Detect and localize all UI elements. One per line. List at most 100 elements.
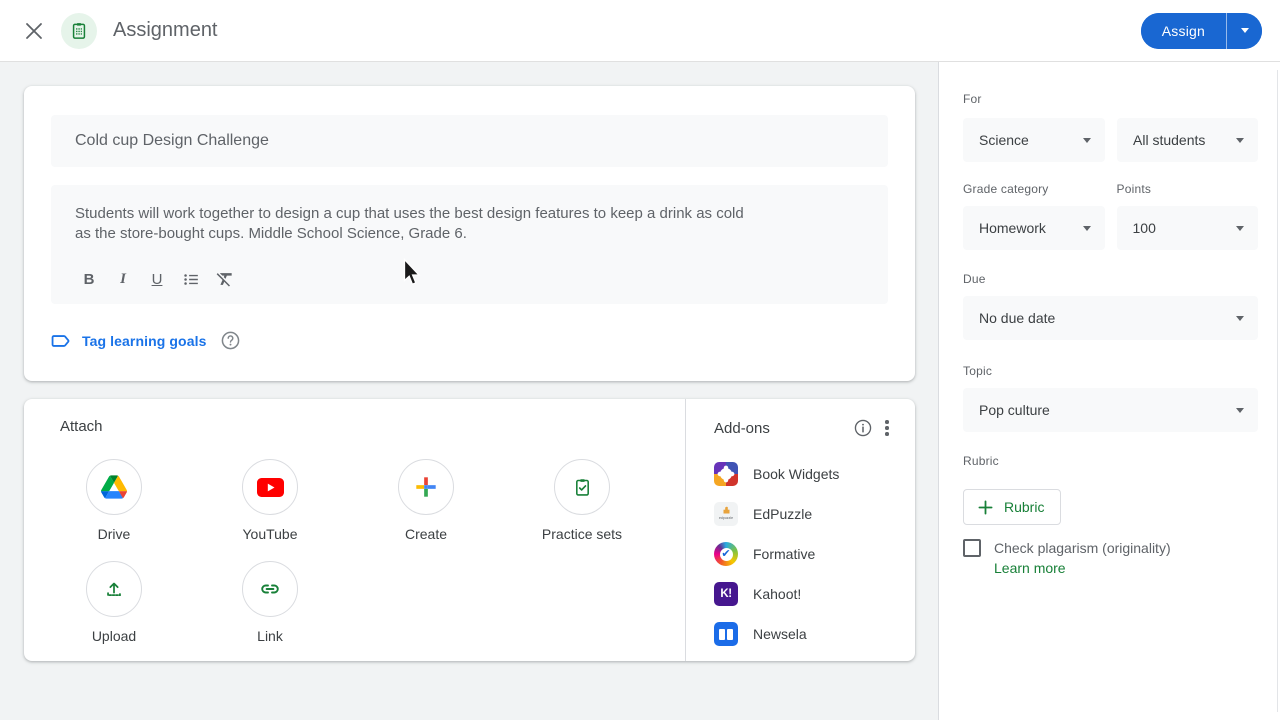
points-group: Points 100 [1116,182,1258,250]
attach-practice-sets-label: Practice sets [541,526,623,542]
description-input[interactable]: Students will work together to design a … [51,185,888,304]
newsela-book-icon [719,628,733,640]
clear-formatting-button[interactable] [211,266,239,292]
attach-create-label: Create [404,526,448,542]
add-rubric-button[interactable]: Rubric [963,489,1062,525]
assignment-details-card: Cold cup Design Challenge Students will … [24,86,915,381]
attach-upload-button[interactable]: Upload [60,561,168,644]
clear-formatting-icon [216,273,232,287]
assign-button[interactable]: Assign [1140,12,1226,49]
addons-section: Add-ons Book Widgets edpuzzle EdPuzzle ✔… [685,399,915,661]
book-widgets-icon [714,462,738,486]
learn-more-link[interactable]: Learn more [994,558,1066,578]
attach-link-circle [242,561,298,617]
due-date-value: No due date [979,310,1056,326]
help-button[interactable] [221,331,240,350]
chevron-down-icon [1082,225,1091,231]
attach-youtube-circle [242,459,298,515]
topic-value: Pop culture [979,402,1050,418]
google-drive-icon [101,475,127,499]
kahoot-icon-text: K! [720,588,732,600]
points-select[interactable]: 100 [1116,206,1258,250]
grade-points-row: Grade category Homework Points 100 [963,182,1258,250]
addon-kahoot-label: Kahoot! [753,586,802,602]
plagiarism-checkbox[interactable] [963,539,981,557]
students-select[interactable]: All students [1117,118,1258,162]
attach-create-circle [398,459,454,515]
attach-drive-circle [86,459,142,515]
close-icon [26,22,42,39]
attach-practice-sets-circle [554,459,610,515]
attach-drive-button[interactable]: Drive [60,459,168,542]
chevron-down-icon [1236,137,1244,143]
tag-learning-goals-link[interactable]: Tag learning goals [51,332,206,350]
italic-button[interactable]: I [109,266,137,292]
title-input[interactable]: Cold cup Design Challenge [51,115,888,167]
kahoot-icon: K! [714,582,738,606]
help-icon [222,331,240,350]
addon-edpuzzle[interactable]: edpuzzle EdPuzzle [714,494,899,534]
upload-icon [107,582,121,597]
addons-more-button[interactable] [875,416,899,440]
class-select[interactable]: Science [963,118,1105,162]
tag-icon [51,334,70,347]
edpuzzle-icon: edpuzzle [714,502,738,526]
chevron-down-icon [1240,28,1249,33]
addon-newsela[interactable]: Newsela [714,614,899,654]
grade-category-select[interactable]: Homework [963,206,1105,250]
attach-practice-sets-button[interactable]: Practice sets [528,459,636,542]
rubric-label: Rubric [963,454,999,468]
youtube-icon [256,477,284,497]
addon-formative-label: Formative [753,546,816,562]
attach-drive-label: Drive [97,526,131,542]
sidebar-scrollbar[interactable] [1277,70,1278,712]
addon-formative[interactable]: ✔ Formative [714,534,899,574]
attach-link-button[interactable]: Link [216,561,324,644]
due-date-select[interactable]: No due date [963,296,1258,340]
chevron-down-icon [1236,407,1244,413]
attach-youtube-button[interactable]: YouTube [216,459,324,542]
plus-icon [978,500,993,514]
topic-select[interactable]: Pop culture [963,388,1258,432]
tag-learning-goals-label: Tag learning goals [82,332,207,349]
for-label: For [963,92,982,106]
chevron-down-icon [1236,225,1244,231]
attach-create-button[interactable]: Create [372,459,480,542]
newsela-icon [714,622,738,646]
description-value: Students will work together to design a … [75,205,744,242]
bold-button[interactable]: B [75,266,103,292]
bulleted-list-icon [183,273,198,285]
class-select-value: Science [979,132,1029,148]
page-title: Assignment [113,19,218,41]
attach-upload-circle [86,561,142,617]
assignment-clipboard-icon [72,22,86,39]
settings-sidebar: For Science All students Grade category … [938,62,1280,720]
points-value: 100 [1132,220,1156,236]
addon-book-widgets-label: Book Widgets [753,466,840,482]
addons-list: Book Widgets edpuzzle EdPuzzle ✔ Formati… [714,454,899,654]
students-select-value: All students [1133,132,1206,148]
close-button[interactable] [24,21,44,41]
underline-button[interactable]: U [143,266,171,292]
addon-book-widgets[interactable]: Book Widgets [714,454,899,494]
info-icon [854,419,872,437]
assignment-creation-window: Assignment Assign Cold cup Design Challe… [0,0,1280,720]
attach-heading: Attach [60,418,103,435]
chevron-down-icon [1236,315,1244,321]
topic-label: Topic [963,364,993,378]
create-plus-icon [416,477,436,497]
formative-check-icon: ✔ [721,547,731,560]
attach-addons-card: Attach Drive YouTube Create Practice set… [24,399,915,661]
top-bar-left: Assignment [24,12,218,49]
plagiarism-label: Check plagarism (originality) [994,540,1171,556]
practice-sets-icon [575,478,589,496]
addons-info-button[interactable] [851,416,875,440]
assign-dropdown-button[interactable] [1226,12,1262,49]
due-label: Due [963,272,986,286]
plagiarism-group: Check plagarism (originality) Learn more [963,538,1258,578]
addons-header: Add-ons [714,416,899,440]
bulleted-list-button[interactable] [177,266,205,292]
addon-kahoot[interactable]: K! Kahoot! [714,574,899,614]
topic-group: Topic Pop culture [963,364,1258,432]
title-value: Cold cup Design Challenge [75,132,269,149]
